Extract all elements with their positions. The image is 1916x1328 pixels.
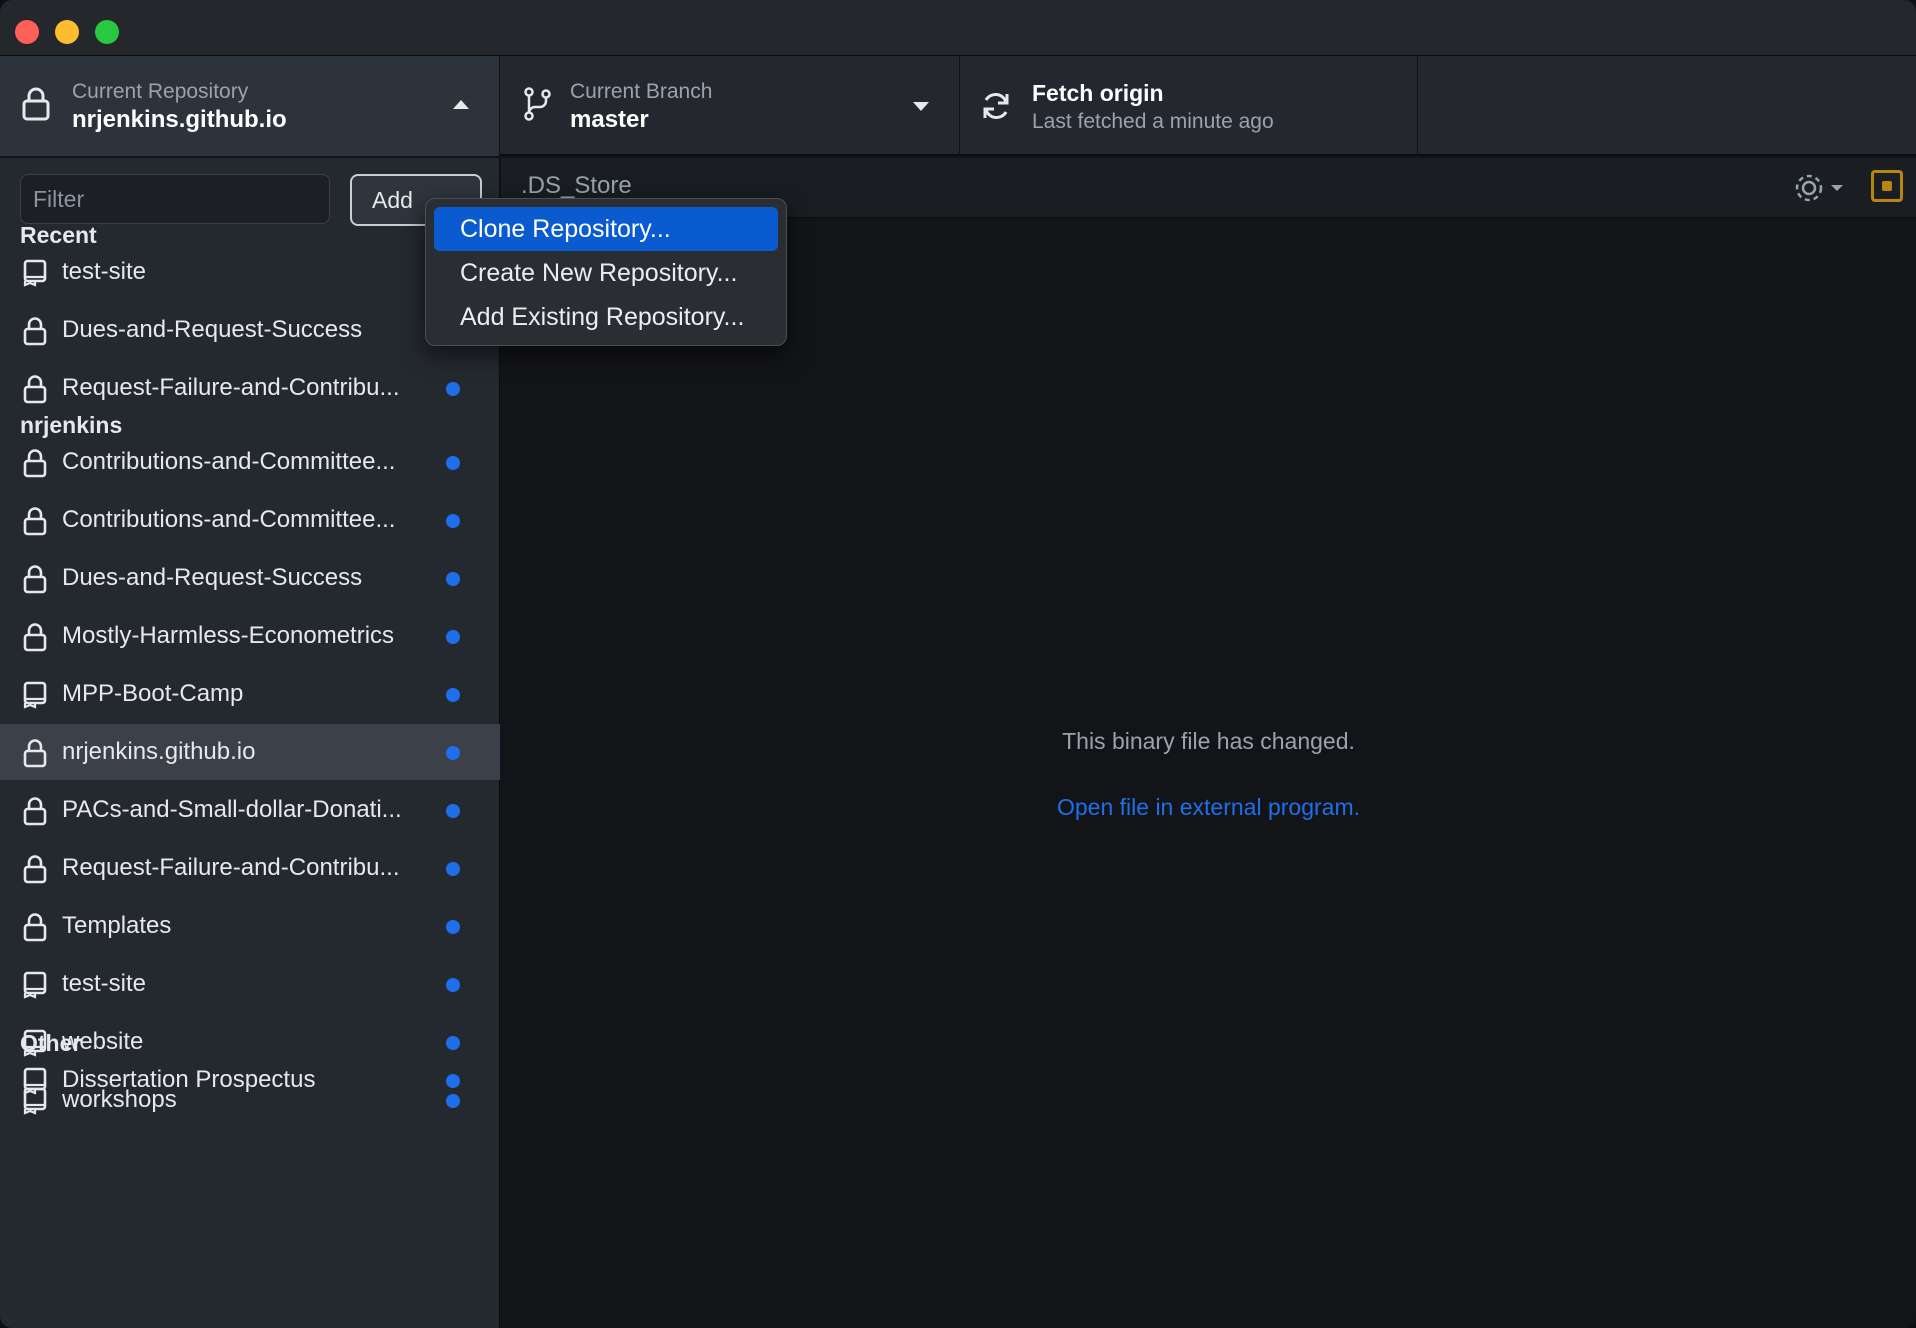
repository-name: Contributions-and-Committee... xyxy=(62,448,396,475)
filter-input[interactable] xyxy=(20,174,330,224)
repository-list-item[interactable]: test-site xyxy=(0,956,500,1012)
add-dropdown-menu: Clone Repository... Create New Repository… xyxy=(425,198,787,346)
diff-settings-button[interactable] xyxy=(1791,168,1851,208)
repository-name: Dissertation Prospectus xyxy=(62,1066,316,1093)
repository-list-item[interactable]: Request-Failure-and-Contribu... xyxy=(0,840,500,896)
branch-icon xyxy=(524,87,551,121)
lock-icon xyxy=(23,913,47,942)
changes-indicator-dot xyxy=(446,1036,460,1050)
add-menu-items: Clone Repository... Create New Repository… xyxy=(434,207,778,339)
file-name: .DS_Store xyxy=(521,172,632,199)
changes-indicator-dot xyxy=(446,1074,460,1088)
repository-list-item[interactable]: Dues-and-Request-Success xyxy=(0,550,500,606)
lock-icon xyxy=(23,797,47,826)
lock-icon xyxy=(23,507,47,536)
lock-icon xyxy=(23,375,47,404)
lock-icon xyxy=(23,739,47,768)
changes-indicator-dot xyxy=(446,804,460,818)
repo-icon xyxy=(23,971,47,999)
app-window: Current Repository nrjenkins.github.io C… xyxy=(0,0,1916,1328)
repository-name: Templates xyxy=(62,912,172,939)
chevron-down-icon xyxy=(913,102,929,111)
changes-indicator-dot xyxy=(446,382,460,396)
toolbar: Current Repository nrjenkins.github.io C… xyxy=(0,56,1916,156)
changes-indicator-dot xyxy=(446,572,460,586)
repository-list-item[interactable]: MPP-Boot-Camp xyxy=(0,666,500,722)
fetch-origin-button[interactable]: Fetch origin Last fetched a minute ago xyxy=(960,56,1418,156)
repository-name: nrjenkins.github.io xyxy=(62,738,256,765)
repository-name: Request-Failure-and-Contribu... xyxy=(62,374,400,401)
changes-indicator-dot xyxy=(446,514,460,528)
current-branch-label: Current Branch xyxy=(570,80,713,103)
repository-name: PACs-and-Small-dollar-Donati... xyxy=(62,796,402,823)
binary-file-message: This binary file has changed. xyxy=(1062,728,1355,754)
minimize-window-button[interactable] xyxy=(55,20,79,44)
repo-icon xyxy=(23,259,47,287)
changes-indicator-dot xyxy=(446,630,460,644)
lock-icon xyxy=(23,449,47,478)
repository-list-item[interactable]: Contributions-and-Committee... xyxy=(0,434,500,490)
fetch-origin-title: Fetch origin xyxy=(1032,80,1164,106)
lock-icon xyxy=(23,317,47,346)
repository-list-item[interactable]: PACs-and-Small-dollar-Donati... xyxy=(0,782,500,838)
changes-indicator-dot xyxy=(446,688,460,702)
changes-indicator-dot xyxy=(446,978,460,992)
current-branch-name: master xyxy=(570,106,649,133)
changes-indicator-dot xyxy=(446,746,460,760)
changes-indicator-dot xyxy=(446,862,460,876)
repository-name: test-site xyxy=(62,970,147,997)
lock-icon xyxy=(23,623,47,652)
repository-list-item[interactable]: Contributions-and-Committee... xyxy=(0,492,500,548)
current-repository-name: nrjenkins.github.io xyxy=(72,106,287,133)
close-window-button[interactable] xyxy=(15,20,39,44)
lock-icon xyxy=(23,565,47,594)
repository-name: Mostly-Harmless-Econometrics xyxy=(62,622,395,649)
sync-icon xyxy=(983,93,1009,119)
changes-indicator-dot xyxy=(446,920,460,934)
repository-name: test-site xyxy=(62,258,147,285)
current-branch-button[interactable]: Current Branch master xyxy=(500,56,960,156)
chevron-up-icon xyxy=(453,100,469,109)
repo-icon xyxy=(23,681,47,709)
current-repository-label: Current Repository xyxy=(72,80,249,103)
add-menu-item[interactable]: Create New Repository... xyxy=(434,251,778,295)
repository-list-item[interactable]: Request-Failure-and-Contribu... xyxy=(0,360,500,416)
gear-icon xyxy=(1795,174,1843,202)
changes-indicator-dot xyxy=(446,456,460,470)
toggle-panel-icon[interactable] xyxy=(1871,170,1903,202)
repository-list-item[interactable]: Dissertation Prospectus xyxy=(0,1052,500,1108)
last-fetched-text: Last fetched a minute ago xyxy=(1032,110,1274,133)
repository-list-item[interactable]: nrjenkins.github.io xyxy=(0,724,500,780)
repo-icon xyxy=(23,1067,47,1095)
open-external-link[interactable]: Open file in external program. xyxy=(501,794,1916,821)
repository-name: MPP-Boot-Camp xyxy=(62,680,244,707)
repository-name: Dues-and-Request-Success xyxy=(62,316,363,343)
add-menu-item[interactable]: Clone Repository... xyxy=(434,207,778,251)
repository-name: Contributions-and-Committee... xyxy=(62,506,396,533)
add-menu-item[interactable]: Add Existing Repository... xyxy=(434,295,778,339)
lock-icon xyxy=(22,87,50,121)
title-bar xyxy=(0,0,1916,56)
maximize-window-button[interactable] xyxy=(95,20,119,44)
current-repository-button[interactable]: Current Repository nrjenkins.github.io xyxy=(0,56,500,156)
repository-list-item[interactable]: Mostly-Harmless-Econometrics xyxy=(0,608,500,664)
repository-list-item[interactable]: Templates xyxy=(0,898,500,954)
lock-icon xyxy=(23,855,47,884)
repository-name: Dues-and-Request-Success xyxy=(62,564,363,591)
repository-name: Request-Failure-and-Contribu... xyxy=(62,854,400,881)
